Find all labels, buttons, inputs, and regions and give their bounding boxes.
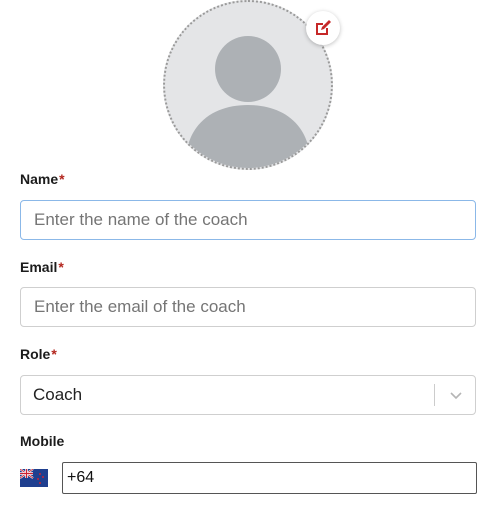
mobile-label-text: Mobile [20, 433, 65, 449]
role-select-value: Coach [33, 385, 83, 404]
edit-avatar-button[interactable] [306, 11, 340, 45]
email-input[interactable] [21, 288, 475, 326]
role-label-text: Role [20, 346, 51, 362]
mobile-input[interactable] [63, 463, 476, 493]
mobile-label: Mobile [20, 433, 64, 449]
name-field[interactable] [20, 200, 476, 240]
chevron-down-icon[interactable] [449, 388, 463, 402]
mobile-field[interactable] [62, 462, 477, 494]
name-input[interactable] [21, 201, 475, 239]
email-label-text: Email [20, 259, 58, 275]
email-label: Email* [20, 259, 64, 275]
required-marker: * [58, 259, 64, 275]
select-separator [434, 384, 435, 406]
role-select[interactable]: Coach [20, 375, 476, 415]
email-field[interactable] [20, 287, 476, 327]
role-label: Role* [20, 346, 57, 362]
name-label-text: Name [20, 171, 59, 187]
name-label: Name* [20, 171, 65, 187]
new-zealand-flag-icon[interactable] [20, 469, 48, 487]
required-marker: * [59, 171, 65, 187]
required-marker: * [51, 346, 57, 362]
edit-icon [316, 20, 331, 35]
avatar-upload [163, 0, 340, 170]
